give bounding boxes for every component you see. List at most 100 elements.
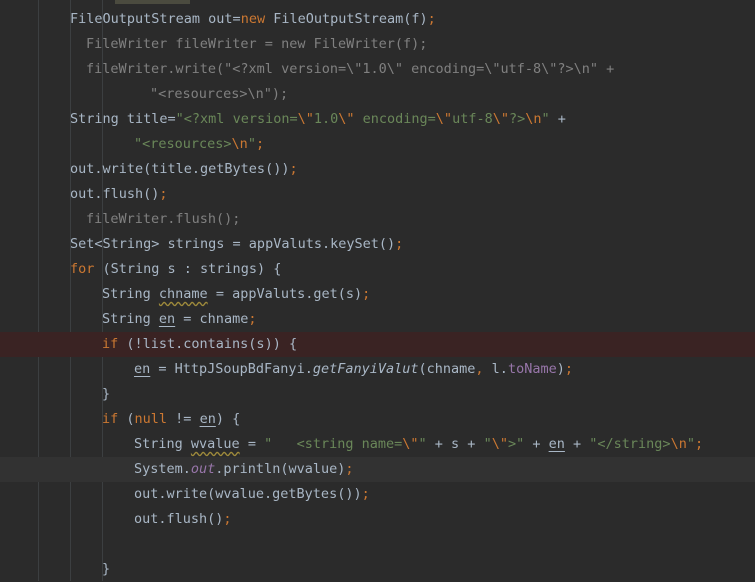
code-token: out.write(title.getBytes()) [70,161,290,177]
code-line[interactable]: out.flush(); [0,507,755,532]
code-token: wvalue [190,436,240,452]
code-line[interactable]: Set<String> strings = appValuts.keySet()… [0,232,755,257]
code-token: null [134,411,168,427]
code-token: = chname [175,311,249,327]
code-line[interactable]: if (null != en) { [0,407,755,432]
code-token: ( [118,411,135,427]
code-token: "<resources> [134,136,232,152]
code-token: \n [231,136,248,152]
code-line[interactable]: "<resources>\n"; [0,132,755,157]
code-text: en = HttpJSoupBdFanyi.getFanyiValut(chna… [134,357,573,382]
code-token: l. [483,361,508,377]
code-token: String [102,286,159,302]
code-line[interactable]: for (String s : strings) { [0,257,755,282]
code-token: 1.0 [313,111,339,127]
code-token: new [240,11,266,27]
code-token: (String s : strings) { [94,261,282,277]
code-token: ; [395,236,404,252]
code-token: ; [223,511,232,527]
code-text: if (null != en) { [102,407,240,432]
code-text: } [102,557,110,582]
code-token: >" [507,436,525,452]
code-token: en [199,411,216,427]
code-text: fileWriter.write("<?xml version=\"1.0\" … [86,57,614,82]
code-token: if [102,336,119,352]
code-text: fileWriter.flush(); [86,207,240,232]
code-text: System.out.println(wvalue); [134,457,353,482]
code-text: String title="<?xml version=\"1.0\" enco… [70,107,566,132]
code-token: \n [670,436,687,452]
folded-region-marker[interactable] [115,0,190,4]
code-line[interactable]: en = HttpJSoupBdFanyi.getFanyiValut(chna… [0,357,755,382]
code-token: out.write(wvalue.getBytes()) [134,486,362,502]
code-token: ; [159,186,168,202]
code-token: "<?xml version= [175,111,298,127]
code-line[interactable]: String title="<?xml version=\"1.0\" enco… [0,107,755,132]
code-token: utf-8 [452,111,493,127]
code-token: = [239,436,265,452]
code-line[interactable]: out.write(wvalue.getBytes()); [0,482,755,507]
code-text: String wvalue = " <string name=\"" + s +… [134,432,703,457]
code-line[interactable]: out.flush(); [0,182,755,207]
code-text: "<resources>\n"; [134,132,264,157]
code-token: } [102,561,111,577]
code-token: encoding= [354,111,436,127]
code-token: + [564,436,590,452]
code-token: String [102,311,159,327]
code-token: ; [345,461,354,477]
code-token: " [418,436,427,452]
code-token: en [134,361,151,377]
code-line[interactable]: String en = chname; [0,307,755,332]
code-line[interactable]: out.write(title.getBytes()); [0,157,755,182]
code-token: for [70,261,95,277]
code-token: System. [134,461,191,477]
code-token: out.flush() [70,186,160,202]
code-token: \" [492,111,509,127]
code-token: + [549,111,566,127]
code-token: if [102,411,119,427]
code-token: \n [525,111,542,127]
code-line[interactable]: if (!list.contains(s)) { [0,332,755,357]
code-text: if (!list.contains(s)) { [102,332,297,357]
code-line[interactable]: fileWriter.write("<?xml version=\"1.0\" … [0,57,755,82]
code-token: FileOutputStream(f) [265,11,428,27]
code-token: fileWriter.flush(); [86,211,241,227]
code-token: + s + [426,436,484,452]
code-line[interactable]: fileWriter.flush(); [0,207,755,232]
code-line[interactable]: FileWriter fileWriter = new FileWriter(f… [0,32,755,57]
code-token: ; [694,436,704,452]
code-token: " [483,436,492,452]
code-token: "</string> [589,436,671,452]
code-token: (chname [418,361,476,377]
code-token: ; [361,486,370,502]
code-line[interactable]: } [0,557,755,582]
code-text: } [102,382,110,407]
code-text: "<resources>\n"); [150,82,288,107]
code-line[interactable]: System.out.println(wvalue); [0,457,755,482]
code-line[interactable] [0,532,755,557]
code-text: out.write(title.getBytes()); [70,157,298,182]
code-text: String chname = appValuts.get(s); [102,282,370,307]
code-line[interactable]: FileOutputStream out=new FileOutputStrea… [0,7,755,32]
code-text: for (String s : strings) { [70,257,281,282]
code-token: out [190,461,216,477]
code-token: String [134,436,191,452]
code-token: toName [507,361,557,377]
code-token: + [524,436,549,452]
code-token: " [686,436,695,452]
code-token: ; [255,136,265,152]
code-token: \" [435,111,453,127]
code-token: ; [289,161,298,177]
code-line[interactable]: } [0,382,755,407]
code-line[interactable]: String wvalue = " <string name=\"" + s +… [0,432,755,457]
code-text: String en = chname; [102,307,256,332]
code-line[interactable]: String chname = appValuts.get(s); [0,282,755,307]
code-token: chname [158,286,208,302]
code-token: \" [338,111,355,127]
code-editor[interactable]: FileOutputStream out=new FileOutputStrea… [0,0,755,581]
code-token: FileWriter fileWriter = new FileWriter(f… [86,36,428,52]
code-line[interactable]: "<resources>\n"); [0,82,755,107]
code-token: = appValuts.get(s) [207,286,363,302]
code-token: != [167,411,200,427]
code-token: ) [556,361,565,377]
